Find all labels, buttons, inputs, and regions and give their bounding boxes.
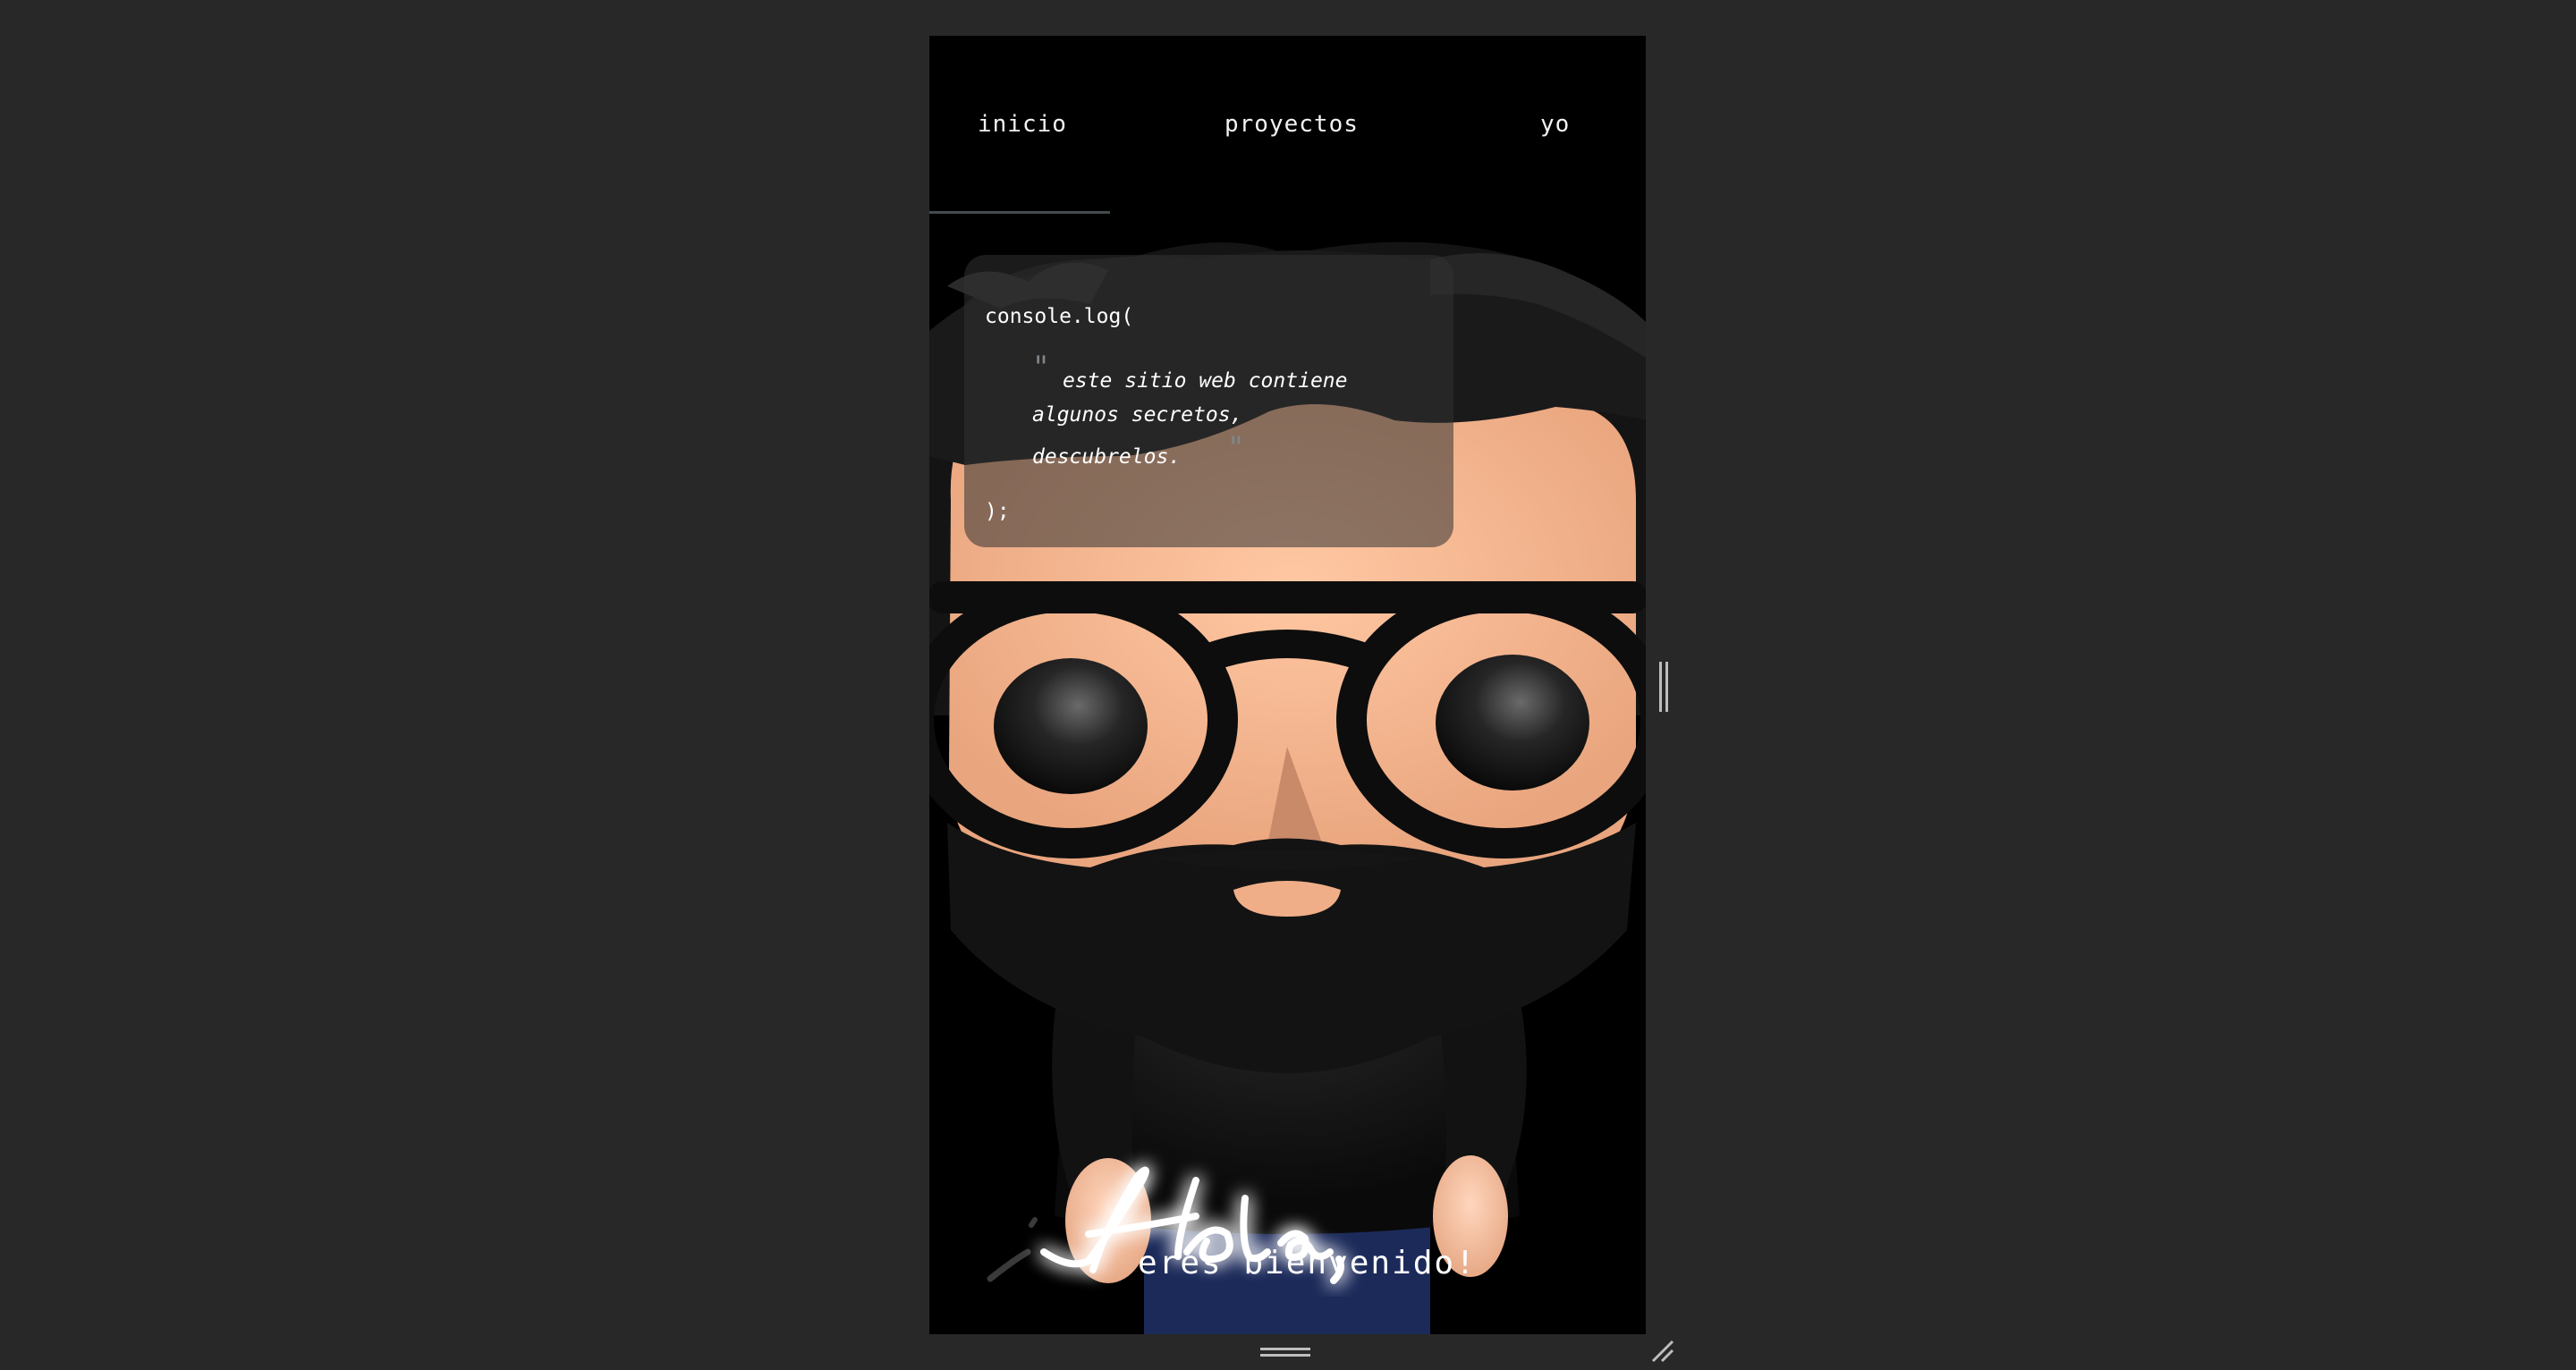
drag-handle-icon[interactable] (1260, 1346, 1310, 1358)
nav-item-yo[interactable]: yo (1540, 111, 1570, 138)
console-message-card: console.log( " este sitio web contiene a… (964, 255, 1453, 547)
message-line-3: descubrelos. (1032, 445, 1182, 469)
closing-quote-icon: " (1229, 430, 1243, 466)
message-line-2: algunos secretos, (1032, 403, 1243, 427)
message-line-1: este sitio web contiene (1063, 369, 1348, 393)
top-navigation: inicio proyectos yo (929, 36, 1646, 215)
resize-corner-icon[interactable] (1651, 1340, 1674, 1363)
side-resize-handle-icon[interactable] (1657, 662, 1670, 712)
opening-quote-icon: " (1034, 350, 1048, 385)
welcome-subtitle: eres bienvenido! (1138, 1245, 1477, 1281)
nav-item-proyectos[interactable]: proyectos (1224, 111, 1359, 138)
device-frame: inicio proyectos yo console.log( " este … (929, 36, 1646, 1334)
nav-item-inicio[interactable]: inicio (978, 111, 1067, 138)
active-tab-indicator (929, 211, 1110, 214)
console-log-open: console.log( (985, 305, 1134, 328)
console-log-close: ); (985, 500, 1010, 523)
